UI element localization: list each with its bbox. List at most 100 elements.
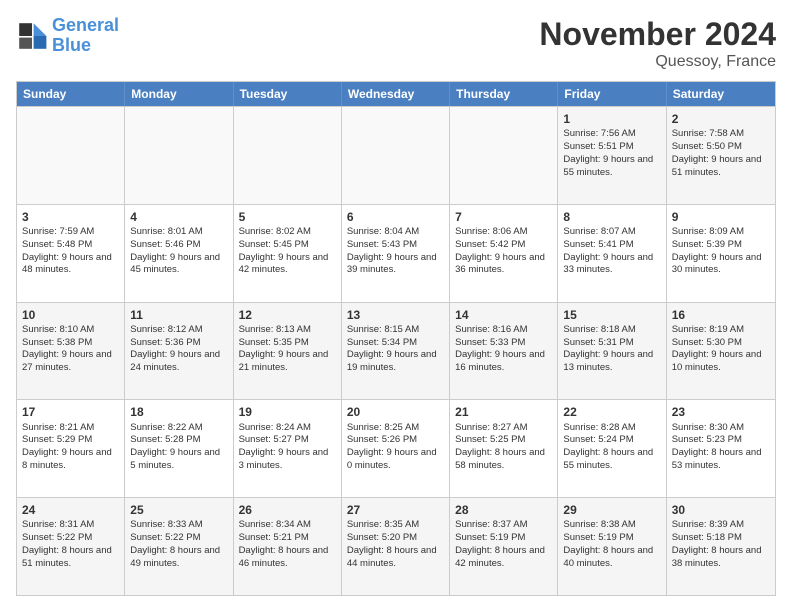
day-info: Sunrise: 8:10 AM Sunset: 5:38 PM Dayligh… [22,324,112,373]
day-number: 3 [22,209,119,225]
header-tuesday: Tuesday [234,82,342,106]
day-info: Sunrise: 8:21 AM Sunset: 5:29 PM Dayligh… [22,422,112,471]
day-info: Sunrise: 8:12 AM Sunset: 5:36 PM Dayligh… [130,324,220,373]
cal-cell-r0-c4 [450,107,558,204]
day-number: 30 [672,502,770,518]
logo-line1: General [52,15,119,35]
main-title: November 2024 [539,16,776,53]
day-number: 20 [347,404,444,420]
day-info: Sunrise: 8:35 AM Sunset: 5:20 PM Dayligh… [347,519,437,568]
cal-cell-r1-c2: 5Sunrise: 8:02 AM Sunset: 5:45 PM Daylig… [234,205,342,302]
day-info: Sunrise: 8:18 AM Sunset: 5:31 PM Dayligh… [563,324,653,373]
day-number: 6 [347,209,444,225]
day-info: Sunrise: 8:06 AM Sunset: 5:42 PM Dayligh… [455,226,545,275]
day-number: 25 [130,502,227,518]
day-info: Sunrise: 7:58 AM Sunset: 5:50 PM Dayligh… [672,128,762,177]
header-friday: Friday [558,82,666,106]
day-number: 29 [563,502,660,518]
day-info: Sunrise: 8:37 AM Sunset: 5:19 PM Dayligh… [455,519,545,568]
logo-line2: Blue [52,35,91,55]
day-number: 7 [455,209,552,225]
day-number: 8 [563,209,660,225]
day-info: Sunrise: 8:04 AM Sunset: 5:43 PM Dayligh… [347,226,437,275]
day-number: 22 [563,404,660,420]
cal-cell-r2-c0: 10Sunrise: 8:10 AM Sunset: 5:38 PM Dayli… [17,303,125,400]
cal-cell-r3-c4: 21Sunrise: 8:27 AM Sunset: 5:25 PM Dayli… [450,400,558,497]
title-block: November 2024 Quessoy, France [539,16,776,71]
day-number: 28 [455,502,552,518]
cal-cell-r4-c5: 29Sunrise: 8:38 AM Sunset: 5:19 PM Dayli… [558,498,666,595]
calendar: Sunday Monday Tuesday Wednesday Thursday… [16,81,776,596]
day-info: Sunrise: 8:02 AM Sunset: 5:45 PM Dayligh… [239,226,329,275]
day-number: 19 [239,404,336,420]
day-number: 9 [672,209,770,225]
day-info: Sunrise: 8:25 AM Sunset: 5:26 PM Dayligh… [347,422,437,471]
day-number: 15 [563,307,660,323]
cal-cell-r1-c5: 8Sunrise: 8:07 AM Sunset: 5:41 PM Daylig… [558,205,666,302]
day-info: Sunrise: 8:30 AM Sunset: 5:23 PM Dayligh… [672,422,762,471]
cal-cell-r1-c3: 6Sunrise: 8:04 AM Sunset: 5:43 PM Daylig… [342,205,450,302]
day-info: Sunrise: 8:28 AM Sunset: 5:24 PM Dayligh… [563,422,653,471]
day-info: Sunrise: 8:07 AM Sunset: 5:41 PM Dayligh… [563,226,653,275]
cal-row-3: 17 Sunrise: 8:21 AM Sunset: 5:29 PM Dayli… [17,399,775,497]
day-info: Sunrise: 8:15 AM Sunset: 5:34 PM Dayligh… [347,324,437,373]
logo: General Blue [16,16,119,56]
day-info: Sunrise: 7:59 AM Sunset: 5:48 PM Dayligh… [22,226,112,275]
cal-cell-r1-c0: 3Sunrise: 7:59 AM Sunset: 5:48 PM Daylig… [17,205,125,302]
cal-cell-r1-c4: 7Sunrise: 8:06 AM Sunset: 5:42 PM Daylig… [450,205,558,302]
day-number: 2 [672,111,770,127]
day-number: 14 [455,307,552,323]
calendar-header: Sunday Monday Tuesday Wednesday Thursday… [17,82,775,106]
day-number: 21 [455,404,552,420]
day-info: Sunrise: 8:33 AM Sunset: 5:22 PM Dayligh… [130,519,220,568]
cal-cell-r3-c0: 17 Sunrise: 8:21 AM Sunset: 5:29 PM Dayli… [17,400,125,497]
day-info: Sunrise: 8:39 AM Sunset: 5:18 PM Dayligh… [672,519,762,568]
header: General Blue November 2024 Quessoy, Fran… [16,16,776,71]
calendar-body: 1Sunrise: 7:56 AM Sunset: 5:51 PM Daylig… [17,106,775,595]
day-info: Sunrise: 8:31 AM Sunset: 5:22 PM Dayligh… [22,519,112,568]
cal-row-4: 24Sunrise: 8:31 AM Sunset: 5:22 PM Dayli… [17,497,775,595]
cal-cell-r3-c6: 23 Sunrise: 8:30 AM Sunset: 5:23 PM Dayli… [667,400,775,497]
day-info: Sunrise: 8:38 AM Sunset: 5:19 PM Dayligh… [563,519,653,568]
day-number: 24 [22,502,119,518]
logo-icon [16,20,48,52]
cal-cell-r0-c6: 2Sunrise: 7:58 AM Sunset: 5:50 PM Daylig… [667,107,775,204]
day-info: Sunrise: 7:56 AM Sunset: 5:51 PM Dayligh… [563,128,653,177]
cal-cell-r0-c1 [125,107,233,204]
subtitle: Quessoy, France [539,53,776,71]
logo-text: General Blue [52,16,119,56]
cal-cell-r1-c6: 9Sunrise: 8:09 AM Sunset: 5:39 PM Daylig… [667,205,775,302]
day-number: 10 [22,307,119,323]
cal-cell-r2-c6: 16Sunrise: 8:19 AM Sunset: 5:30 PM Dayli… [667,303,775,400]
day-info: Sunrise: 8:01 AM Sunset: 5:46 PM Dayligh… [130,226,220,275]
day-number: 1 [563,111,660,127]
cal-cell-r2-c4: 14Sunrise: 8:16 AM Sunset: 5:33 PM Dayli… [450,303,558,400]
cal-cell-r0-c2 [234,107,342,204]
cal-cell-r0-c5: 1Sunrise: 7:56 AM Sunset: 5:51 PM Daylig… [558,107,666,204]
day-number: 17 [22,404,119,420]
day-number: 23 [672,404,770,420]
day-number: 16 [672,307,770,323]
page: General Blue November 2024 Quessoy, Fran… [0,0,792,612]
cal-cell-r4-c2: 26Sunrise: 8:34 AM Sunset: 5:21 PM Dayli… [234,498,342,595]
cal-cell-r1-c1: 4Sunrise: 8:01 AM Sunset: 5:46 PM Daylig… [125,205,233,302]
day-info: Sunrise: 8:19 AM Sunset: 5:30 PM Dayligh… [672,324,762,373]
day-info: Sunrise: 8:16 AM Sunset: 5:33 PM Dayligh… [455,324,545,373]
day-info: Sunrise: 8:13 AM Sunset: 5:35 PM Dayligh… [239,324,329,373]
cal-cell-r2-c3: 13Sunrise: 8:15 AM Sunset: 5:34 PM Dayli… [342,303,450,400]
cal-cell-r2-c1: 11Sunrise: 8:12 AM Sunset: 5:36 PM Dayli… [125,303,233,400]
cal-cell-r4-c6: 30Sunrise: 8:39 AM Sunset: 5:18 PM Dayli… [667,498,775,595]
header-sunday: Sunday [17,82,125,106]
day-number: 11 [130,307,227,323]
day-info: Sunrise: 8:24 AM Sunset: 5:27 PM Dayligh… [239,422,329,471]
day-number: 5 [239,209,336,225]
cal-cell-r3-c5: 22 Sunrise: 8:28 AM Sunset: 5:24 PM Dayli… [558,400,666,497]
cal-cell-r3-c1: 18Sunrise: 8:22 AM Sunset: 5:28 PM Dayli… [125,400,233,497]
cal-cell-r3-c3: 20 Sunrise: 8:25 AM Sunset: 5:26 PM Dayli… [342,400,450,497]
day-number: 4 [130,209,227,225]
cal-cell-r3-c2: 19 Sunrise: 8:24 AM Sunset: 5:27 PM Dayli… [234,400,342,497]
day-number: 13 [347,307,444,323]
header-thursday: Thursday [450,82,558,106]
day-info: Sunrise: 8:22 AM Sunset: 5:28 PM Dayligh… [130,422,220,471]
day-number: 27 [347,502,444,518]
